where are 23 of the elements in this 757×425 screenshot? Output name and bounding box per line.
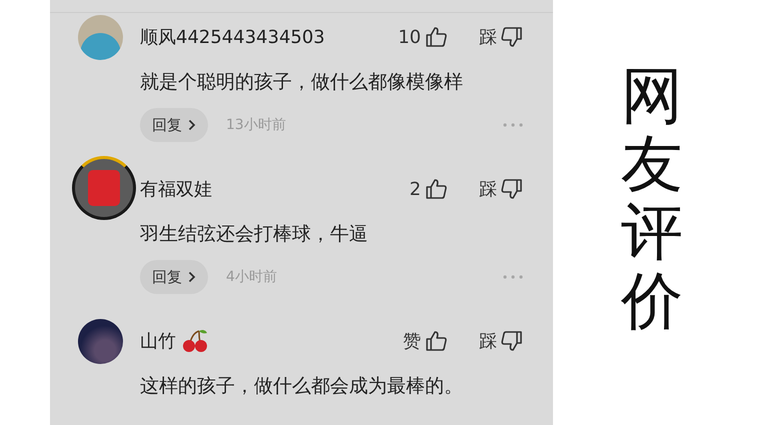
timestamp: 13小时前 <box>226 116 286 134</box>
username[interactable]: 顺风4425443434503 <box>140 25 325 49</box>
like-button[interactable]: 10 <box>398 26 447 48</box>
chevron-right-icon <box>188 271 196 283</box>
more-icon[interactable] <box>503 275 523 279</box>
like-button[interactable]: 赞 <box>403 329 447 353</box>
comment-text: 这样的孩子，做什么都会成为最棒的。 <box>140 374 464 399</box>
chevron-right-icon <box>188 119 196 131</box>
dislike-button[interactable]: 踩 <box>479 25 523 49</box>
dislike-button[interactable]: 踩 <box>479 177 523 201</box>
reply-button[interactable]: 回复 <box>140 108 208 142</box>
like-button[interactable]: 2 <box>410 178 447 200</box>
comment-text: 羽生结弦还会打棒球，牛逼 <box>140 222 369 247</box>
dislike-button[interactable]: 踩 <box>479 329 523 353</box>
timestamp: 4小时前 <box>226 268 277 286</box>
avatar[interactable] <box>78 319 123 364</box>
cherry-icon <box>182 329 208 353</box>
more-icon[interactable] <box>503 123 523 127</box>
username[interactable]: 有福双娃 <box>140 177 212 201</box>
username[interactable]: 山竹 <box>140 329 176 353</box>
reply-button[interactable]: 回复 <box>140 260 208 294</box>
comment-text: 就是个聪明的孩子，做什么都像模像样 <box>140 70 464 95</box>
vertical-caption: 网友评价 <box>621 62 683 339</box>
